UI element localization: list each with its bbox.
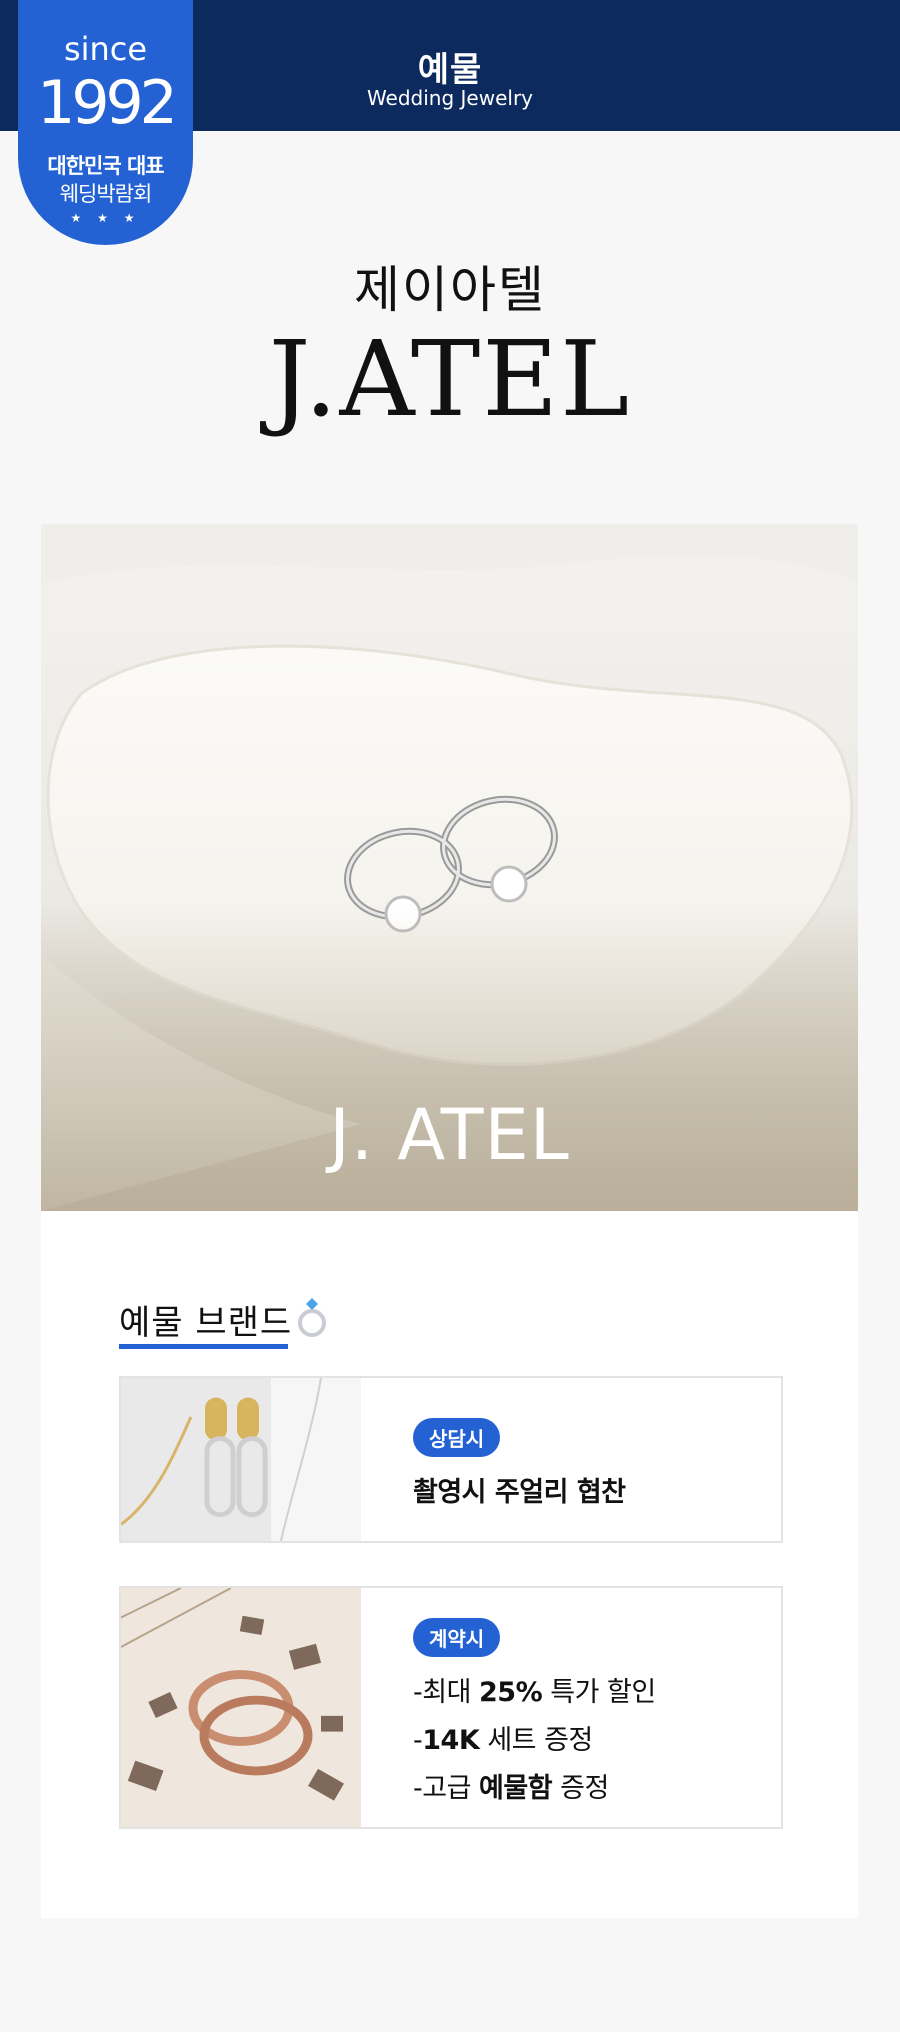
tag-consultation: 상담시	[413, 1418, 501, 1457]
badge-line1: 대한민국 대표	[47, 154, 164, 178]
since-badge: since 1992 대한민국 대표 웨딩박람회 ★ ★ ★	[18, 0, 193, 245]
benefit-contract: 계약시 -최대 25% 특가 할인 -14K 세트 증정 -고급 예물함 증정	[119, 1586, 783, 1829]
badge-line2: 웨딩박람회	[59, 182, 153, 206]
ring-icon	[298, 1298, 326, 1337]
brand-name-korean: 제이아텔	[354, 261, 546, 319]
tag-contract: 계약시	[413, 1618, 501, 1657]
earrings-photo	[121, 1378, 361, 1541]
badge-stars-icon: ★ ★ ★	[70, 211, 141, 225]
benefit-line-discount: -최대 25% 특가 할인	[413, 1677, 656, 1708]
brand-logo: J.ATEL	[268, 318, 632, 440]
section-title: 예물 브랜드	[119, 1303, 293, 1343]
benefit-line-14k: -14K 세트 증정	[413, 1725, 593, 1756]
benefit-text: 촬영시 주얼리 협찬	[413, 1477, 626, 1508]
badge-year: 1992	[37, 68, 178, 138]
benefits-card: 예물 브랜드 상담시 촬영시 주얼리 협찬 계약시 -최대 25% 특가 할인 …	[41, 1211, 858, 1918]
rings-photo-small	[121, 1588, 361, 1827]
benefit-consultation: 상담시 촬영시 주얼리 협찬	[119, 1376, 783, 1543]
hero-image: J. ATEL	[41, 524, 858, 1211]
section-underline	[119, 1344, 288, 1349]
badge-since: since	[63, 30, 148, 68]
hero-watermark: J. ATEL	[329, 1094, 570, 1176]
benefit-line-box: -고급 예물함 증정	[413, 1773, 609, 1804]
